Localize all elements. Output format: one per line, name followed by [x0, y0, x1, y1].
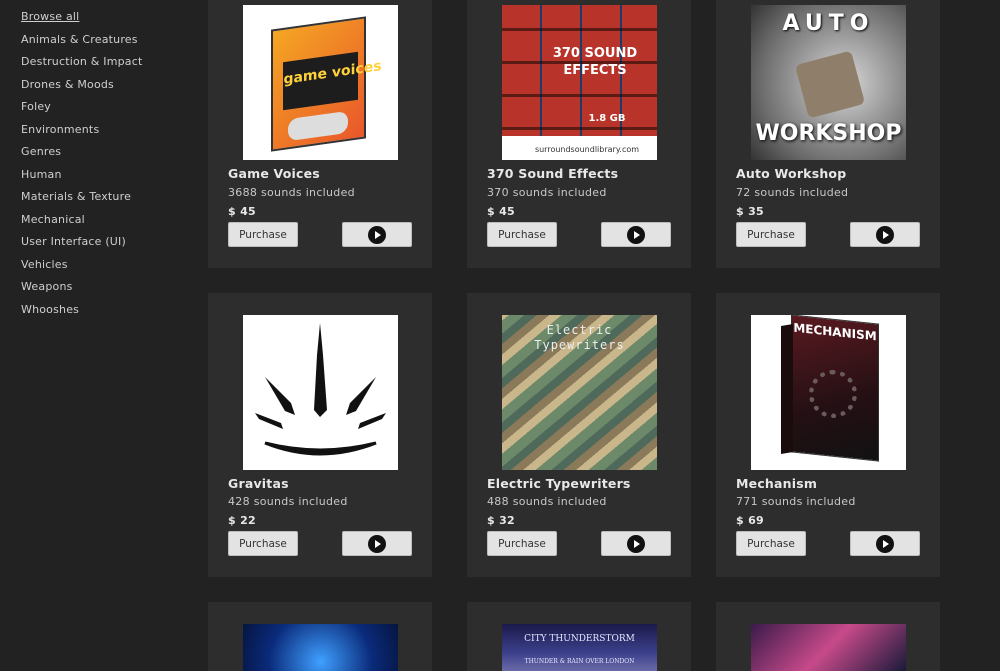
sidebar-item-vehicles[interactable]: Vehicles [0, 256, 190, 279]
sidebar-item-drones-moods[interactable]: Drones & Moods [0, 76, 190, 99]
sidebar-item-genres[interactable]: Genres [0, 143, 190, 166]
play-preview-button[interactable] [342, 222, 412, 247]
play-icon [368, 225, 386, 244]
sound-count: 428 sounds included [228, 495, 348, 508]
cover-text: Electric [546, 323, 613, 337]
cover-text: AUTO [782, 11, 875, 36]
purchase-button[interactable]: Purchase [487, 531, 557, 556]
product-card-mechanism: MECHANISM Mechanism 771 sounds included … [716, 293, 940, 577]
product-card-electric-typewriters: Electric Typewriters Electric Typewriter… [467, 293, 691, 577]
product-title[interactable]: Electric Typewriters [487, 476, 631, 491]
play-preview-button[interactable] [850, 531, 920, 556]
sidebar-item-animals-creatures[interactable]: Animals & Creatures [0, 31, 190, 54]
purchase-button[interactable]: Purchase [228, 222, 298, 247]
product-title[interactable]: 370 Sound Effects [487, 166, 618, 181]
product-cover-art[interactable]: 370 SOUND EFFECTS 1.8 GB surroundsoundli… [502, 5, 657, 160]
category-sidebar: Browse all Animals & Creatures Destructi… [0, 0, 190, 671]
sound-count: 771 sounds included [736, 495, 856, 508]
price: $ 69 [736, 514, 764, 527]
gravitas-symbol-icon [255, 323, 386, 456]
product-title[interactable]: Mechanism [736, 476, 817, 491]
play-preview-button[interactable] [601, 222, 671, 247]
play-icon [368, 534, 386, 553]
sound-count: 3688 sounds included [228, 186, 355, 199]
cover-text: 370 SOUND EFFECTS [552, 46, 638, 78]
sidebar-item-foley[interactable]: Foley [0, 98, 190, 121]
sidebar-item-whooshes[interactable]: Whooshes [0, 301, 190, 324]
cover-url-text: surroundsoundlibrary.com [534, 145, 640, 154]
product-title[interactable]: Auto Workshop [736, 166, 846, 181]
play-icon [876, 225, 894, 244]
sidebar-item-browse-all[interactable]: Browse all [0, 8, 190, 31]
purchase-button[interactable]: Purchase [487, 222, 557, 247]
product-cover-art[interactable] [751, 624, 906, 671]
price: $ 35 [736, 205, 764, 218]
cover-text: CITY THUNDERSTORM [524, 634, 635, 644]
cover-subtext: THUNDER & RAIN OVER LONDON [524, 658, 635, 665]
product-card-game-voices: game voices Game Voices 3688 sounds incl… [208, 0, 432, 268]
play-preview-button[interactable] [342, 531, 412, 556]
product-card-city-thunderstorm: CITY THUNDERSTORM THUNDER & RAIN OVER LO… [467, 602, 691, 671]
product-title[interactable]: Gravitas [228, 476, 289, 491]
price: $ 45 [228, 205, 256, 218]
product-cover-art[interactable]: Electric Typewriters [502, 315, 657, 470]
cover-subtext: Typewriters [534, 338, 625, 352]
price: $ 22 [228, 514, 256, 527]
sidebar-item-user-interface[interactable]: User Interface (UI) [0, 233, 190, 256]
sound-count: 370 sounds included [487, 186, 607, 199]
purchase-button[interactable]: Purchase [736, 222, 806, 247]
play-icon [627, 534, 645, 553]
cover-size-text: 1.8 GB [588, 113, 626, 124]
product-cover-art[interactable] [243, 315, 398, 470]
product-card-gravitas: Gravitas 428 sounds included $ 22 Purcha… [208, 293, 432, 577]
purchase-button[interactable]: Purchase [736, 531, 806, 556]
price: $ 32 [487, 514, 515, 527]
product-title[interactable]: Game Voices [228, 166, 320, 181]
play-preview-button[interactable] [601, 531, 671, 556]
play-icon [627, 225, 645, 244]
product-cover-art[interactable]: game voices [243, 5, 398, 160]
product-card-row3-3 [716, 602, 940, 671]
sidebar-item-human[interactable]: Human [0, 166, 190, 189]
play-icon [876, 534, 894, 553]
purchase-button[interactable]: Purchase [228, 531, 298, 556]
product-card-370-sound-effects: 370 SOUND EFFECTS 1.8 GB surroundsoundli… [467, 0, 691, 268]
sound-count: 72 sounds included [736, 186, 849, 199]
sidebar-item-destruction-impact[interactable]: Destruction & Impact [0, 53, 190, 76]
product-cover-art[interactable]: CITY THUNDERSTORM THUNDER & RAIN OVER LO… [502, 624, 657, 671]
price: $ 45 [487, 205, 515, 218]
sidebar-item-mechanical[interactable]: Mechanical [0, 211, 190, 234]
play-preview-button[interactable] [850, 222, 920, 247]
product-cover-art[interactable]: MECHANISM [751, 315, 906, 470]
sound-count: 488 sounds included [487, 495, 607, 508]
sidebar-item-environments[interactable]: Environments [0, 121, 190, 144]
sidebar-item-weapons[interactable]: Weapons [0, 278, 190, 301]
sidebar-item-materials-texture[interactable]: Materials & Texture [0, 188, 190, 211]
cover-subtext: WORKSHOP [755, 121, 902, 146]
product-card-auto-workshop: AUTO WORKSHOP Auto Workshop 72 sounds in… [716, 0, 940, 268]
product-cover-art[interactable]: AUTO WORKSHOP [751, 5, 906, 160]
product-cover-art[interactable] [243, 624, 398, 671]
product-card-row3-1 [208, 602, 432, 671]
